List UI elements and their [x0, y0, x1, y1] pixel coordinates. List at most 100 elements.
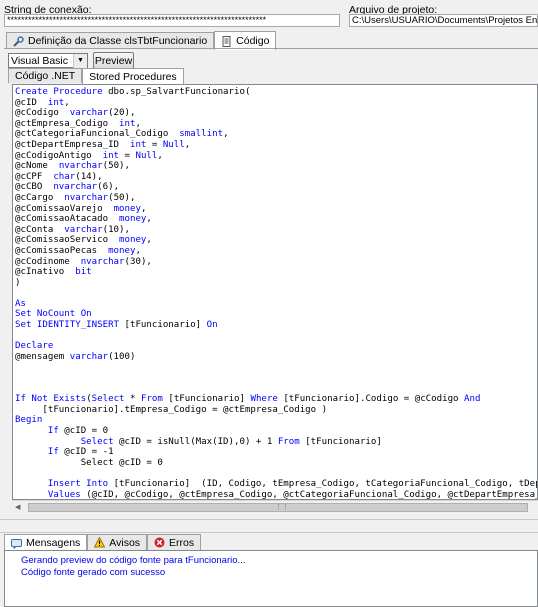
code-text: @mensagem — [15, 351, 70, 362]
list-item[interactable]: Gerando preview do código fonte para tFu… — [21, 555, 537, 567]
code-keyword: If Not Exists — [15, 394, 87, 405]
code-text: , — [146, 235, 152, 246]
language-select-value: Visual Basic — [11, 55, 69, 67]
code-text: (50), — [102, 161, 130, 172]
code-keyword: Insert Into — [47, 478, 109, 489]
code-line: @cID int, — [15, 98, 537, 109]
code-text: @cCPF — [15, 171, 54, 182]
panel-splitter[interactable] — [0, 519, 538, 533]
connection-string-input[interactable]: ****************************************… — [4, 14, 340, 27]
code-line: [tFuncionario].tEmpresa_Codigo = @ctEmpr… — [15, 405, 537, 416]
code-line: @cCPF char(14), — [15, 172, 537, 183]
tab-code-net-label: Código .NET — [15, 70, 76, 82]
code-line: @cComissaoVarejo money, — [15, 204, 537, 215]
code-line: @ctEmpresa_Codigo int, — [15, 119, 537, 130]
code-text: [tFuncionario] — [299, 436, 382, 447]
scroll-left-icon[interactable]: ◀ — [15, 503, 20, 511]
warning-icon — [93, 536, 106, 548]
code-keyword: Set IDENTITY_INSERT — [15, 320, 125, 331]
code-keyword: nvarchar — [53, 182, 98, 193]
code-keyword: nvarchar — [64, 192, 109, 203]
code-text: , — [135, 245, 141, 256]
code-keyword: Select — [80, 436, 114, 447]
code-line: Values (@cID, @cCodigo, @ctEmpresa_Codig… — [15, 489, 538, 500]
tab-warnings[interactable]: Avisos — [87, 534, 148, 550]
code-keyword: On — [206, 320, 218, 331]
code-line: @cCargo nvarchar(50), — [15, 193, 537, 204]
code-line: Create Procedure dbo.sp_SalvartFuncionar… — [15, 87, 537, 98]
code-text: @cInativo — [15, 267, 76, 278]
code-line: ) — [15, 278, 537, 289]
code-line: @ctCategoriaFuncional_Codigo smallint, — [15, 129, 537, 140]
code-text: (10), — [102, 224, 130, 235]
code-text: (@cID, @cCodigo, @ctEmpresa_Codigo, @ctC… — [80, 489, 538, 500]
list-item[interactable]: Código fonte gerado com sucesso — [21, 567, 537, 579]
code-keyword: varchar — [69, 351, 109, 362]
code-keyword: int — [47, 97, 65, 108]
code-text: , — [146, 214, 152, 225]
code-line: @cComissaoPecas money, — [15, 246, 537, 257]
code-line: @cConta varchar(10), — [15, 225, 537, 236]
code-text: @cCodinome — [15, 256, 81, 267]
code-text: @cID — [15, 97, 48, 108]
code-keyword: Set NoCount On — [15, 309, 92, 320]
code-text: [tFuncionario] (ID, Codigo, tEmpresa_Cod… — [108, 478, 538, 489]
tab-code-net[interactable]: Código .NET — [8, 68, 83, 83]
code-text: ) — [15, 277, 21, 288]
code-line: If @cID = 0 — [15, 426, 537, 437]
code-keyword: If — [47, 447, 59, 458]
project-file-input[interactable]: C:\Users\USUARIO\Documents\Projetos Enti… — [349, 14, 538, 27]
code-keyword: If — [47, 426, 59, 436]
tab-stored-procedures[interactable]: Stored Procedures — [82, 68, 184, 84]
code-text: dbo.sp_SalvartFuncionario( — [108, 87, 251, 97]
code-text: = — [119, 150, 136, 161]
code-keyword: int — [102, 150, 120, 161]
code-keyword: Null — [162, 139, 185, 150]
code-text: = — [146, 139, 163, 150]
tab-messages-label: Mensagens — [26, 537, 81, 549]
output-tab-strip: Mensagens Avisos Erros — [4, 533, 202, 551]
tab-divider — [4, 48, 538, 49]
messages-list[interactable]: Gerando preview do código fonte para tFu… — [4, 550, 538, 607]
code-keyword: money — [113, 203, 141, 214]
tab-class-definition-label: Definição da Classe clsTbtFuncionario — [28, 35, 208, 47]
code-text: @ctEmpresa_Codigo — [15, 118, 120, 129]
code-text: @cID = -1 — [58, 447, 114, 458]
code-text: (6), — [97, 182, 120, 193]
code-keyword: And — [464, 394, 481, 405]
tab-warnings-label: Avisos — [109, 536, 141, 549]
code-text: , — [157, 150, 163, 161]
code-editor[interactable]: Create Procedure dbo.sp_SalvartFuncionar… — [12, 84, 538, 500]
code-text: [tFuncionario] — [162, 394, 251, 405]
code-line: Insert Into [tFuncionario] (ID, Codigo, … — [15, 479, 537, 490]
code-line: Declare — [15, 341, 537, 352]
grip-icon: ⋮⋮ — [275, 504, 289, 511]
tab-messages[interactable]: Mensagens — [4, 534, 88, 551]
message-icon — [11, 538, 22, 550]
code-keyword: int — [119, 118, 136, 129]
code-text: , — [64, 97, 70, 108]
code-text: @cComissaoPecas — [15, 245, 109, 256]
horizontal-scrollbar[interactable]: ◀ ⋮⋮ — [12, 500, 538, 513]
code-text: [tFuncionario].tEmpresa_Codigo = @ctEmpr… — [15, 404, 328, 415]
code-line: @cCodigoAntigo int = Null, — [15, 151, 537, 162]
code-keyword: varchar — [64, 224, 103, 235]
code-line: Set NoCount On — [15, 309, 537, 320]
code-text: @cCBO — [15, 182, 54, 193]
code-text: Select @cID = 0 — [15, 457, 163, 468]
code-line: Begin — [15, 415, 537, 426]
tab-errors[interactable]: Erros — [147, 534, 202, 550]
code-keyword: smallint — [179, 129, 224, 140]
tab-stored-procedures-label: Stored Procedures — [89, 70, 177, 83]
scrollbar-thumb[interactable]: ⋮⋮ — [28, 503, 528, 512]
code-keyword: bit — [75, 267, 92, 278]
language-select[interactable]: Visual Basic ▼ — [8, 53, 88, 68]
tab-class-definition[interactable]: Definição da Classe clsTbtFuncionario — [6, 32, 215, 49]
code-line: Set IDENTITY_INSERT [tFuncionario] On — [15, 320, 537, 331]
code-text: [tFuncionario] — [124, 320, 207, 331]
